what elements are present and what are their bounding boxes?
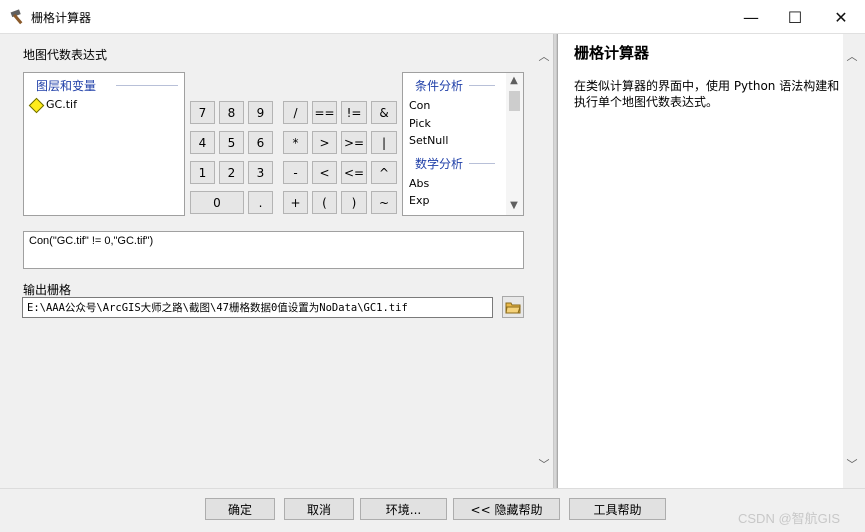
parameters-scrollbar[interactable]: ︿ ﹀ [535,34,553,488]
key-and[interactable]: & [371,101,397,124]
function-item-setnull[interactable]: SetNull [409,134,448,147]
layers-group-header: 图层和变量 [36,79,97,93]
function-item-con[interactable]: Con [409,99,430,112]
layer-item-gc[interactable]: GC.tif [46,98,77,111]
key-not-equal[interactable]: != [341,101,367,124]
layers-listbox[interactable]: 图层和变量 GC.tif [23,72,185,216]
hammer-icon [10,9,23,25]
key-4[interactable]: 4 [190,131,215,154]
help-description: 在类似计算器的界面中，使用 Python 语法构建和执行单个地图代数表达式。 [574,79,840,109]
browse-button[interactable] [502,296,524,318]
function-item-pick[interactable]: Pick [409,117,431,130]
tool-parameters-panel: 地图代数表达式 图层和变量 GC.tif 7 8 9 / == != & 4 5… [0,34,553,488]
chevron-down-icon[interactable]: ﹀ [846,456,858,472]
key-open-paren[interactable]: ( [312,191,337,214]
maximize-button[interactable]: ☐ [772,0,818,34]
key-close-paren[interactable]: ) [341,191,367,214]
expression-textbox[interactable]: Con("GC.tif" != 0,"GC.tif") [23,231,524,269]
key-2[interactable]: 2 [219,161,244,184]
key-minus[interactable]: - [283,161,308,184]
functions-scrollbar[interactable]: ▲ ▼ [506,73,523,215]
scroll-thumb[interactable] [509,91,520,111]
function-item-exp[interactable]: Exp [409,194,429,207]
hide-help-button[interactable]: << 隐藏帮助 [453,498,560,520]
cancel-button[interactable]: 取消 [284,498,354,520]
help-panel: 栅格计算器 在类似计算器的界面中，使用 Python 语法构建和执行单个地图代数… [557,34,860,488]
key-less[interactable]: < [312,161,337,184]
key-greater-equal[interactable]: >= [341,131,367,154]
key-7[interactable]: 7 [190,101,215,124]
function-item-abs[interactable]: Abs [409,177,429,190]
key-6[interactable]: 6 [248,131,273,154]
group-divider [469,85,495,86]
key-5[interactable]: 5 [219,131,244,154]
math-group-header: 数学分析 [415,157,464,171]
output-raster-label: 输出栅格 [23,283,72,297]
functions-listbox[interactable]: 条件分析 Con Pick SetNull 数学分析 Abs Exp ▲ ▼ [402,72,524,216]
key-not[interactable]: ~ [371,191,397,214]
key-0[interactable]: 0 [190,191,244,214]
chevron-up-icon[interactable]: ︿ [538,48,550,64]
window-title: 栅格计算器 [31,11,92,25]
key-decimal[interactable]: . [248,191,273,214]
key-or[interactable]: | [371,131,397,154]
watermark: CSDN @智航GIS [738,511,841,526]
key-9[interactable]: 9 [248,101,273,124]
close-button[interactable]: ✕ [818,0,864,34]
minimize-button[interactable]: — [728,0,774,34]
key-xor[interactable]: ^ [371,161,397,184]
output-raster-input[interactable]: E:\AAA公众号\ArcGIS大师之路\截图\47栅格数据0值设置为NoDat… [22,297,493,318]
key-1[interactable]: 1 [190,161,215,184]
key-multiply[interactable]: * [283,131,308,154]
environments-button[interactable]: 环境... [360,498,447,520]
help-title: 栅格计算器 [574,44,650,62]
key-3[interactable]: 3 [248,161,273,184]
help-scrollbar[interactable]: ︿ ﹀ [843,34,860,488]
key-divide[interactable]: / [283,101,308,124]
expression-label: 地图代数表达式 [23,48,108,62]
ok-button[interactable]: 确定 [205,498,275,520]
raster-layer-icon [28,97,45,114]
chevron-up-icon[interactable]: ︿ [846,48,858,64]
key-greater[interactable]: > [312,131,337,154]
scroll-down-arrow-icon[interactable]: ▼ [508,200,520,211]
dialog-button-bar: 确定 取消 环境... << 隐藏帮助 工具帮助 [0,488,865,532]
tool-help-button[interactable]: 工具帮助 [569,498,666,520]
key-less-equal[interactable]: <= [341,161,367,184]
group-divider [469,163,495,164]
key-8[interactable]: 8 [219,101,244,124]
key-equal[interactable]: == [312,101,337,124]
scroll-up-arrow-icon[interactable]: ▲ [508,75,520,86]
title-bar: 栅格计算器 — ☐ ✕ [0,0,865,34]
key-plus[interactable]: + [283,191,308,214]
folder-icon [505,302,521,314]
group-divider [116,85,178,86]
chevron-down-icon[interactable]: ﹀ [538,456,550,472]
conditional-group-header: 条件分析 [415,79,464,93]
